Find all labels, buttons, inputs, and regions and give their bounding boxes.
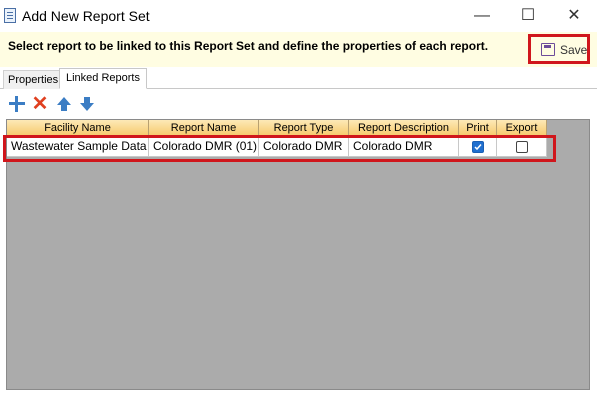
cell-facility-name[interactable]: Wastewater Sample Data: [7, 137, 149, 157]
column-header-report-name[interactable]: Report Name: [149, 120, 259, 137]
print-checkbox[interactable]: [472, 141, 484, 153]
tab-strip: Properties Linked Reports: [0, 68, 597, 89]
save-button[interactable]: Save: [528, 34, 590, 64]
minimize-button[interactable]: —: [459, 0, 505, 32]
maximize-button[interactable]: ☐: [505, 0, 551, 32]
cell-report-name[interactable]: Colorado DMR (01): [149, 137, 259, 157]
report-set-icon: [4, 8, 16, 23]
cell-export: [497, 137, 547, 157]
cell-report-description[interactable]: Colorado DMR: [349, 137, 459, 157]
add-icon[interactable]: [8, 95, 26, 113]
cell-report-type[interactable]: Colorado DMR: [259, 137, 349, 157]
cell-print: [459, 137, 497, 157]
title-bar: Add New Report Set — ☐ ✕: [0, 0, 597, 32]
column-header-export[interactable]: Export: [497, 120, 547, 137]
checkmark-icon: [474, 144, 482, 151]
instruction-text: Select report to be linked to this Repor…: [8, 39, 489, 53]
tab-properties[interactable]: Properties: [3, 70, 64, 89]
delete-x-icon[interactable]: ✕: [31, 94, 49, 114]
arrow-down-icon[interactable]: [78, 95, 96, 113]
window-title: Add New Report Set: [22, 8, 150, 24]
arrow-up-icon[interactable]: [55, 95, 73, 113]
tab-linked-reports[interactable]: Linked Reports: [59, 68, 147, 89]
instruction-banner: Select report to be linked to this Repor…: [0, 32, 597, 67]
column-header-print[interactable]: Print: [459, 120, 497, 137]
column-header-report-description[interactable]: Report Description: [349, 120, 459, 137]
close-button[interactable]: ✕: [551, 0, 597, 32]
grid-toolbar: ✕: [0, 92, 597, 118]
linked-reports-grid: Facility Name Report Name Report Type Re…: [6, 119, 590, 390]
save-label: Save: [560, 43, 588, 57]
column-header-facility-name[interactable]: Facility Name: [7, 120, 149, 137]
floppy-disk-icon: [541, 43, 555, 56]
export-checkbox[interactable]: [516, 141, 528, 153]
column-header-report-type[interactable]: Report Type: [259, 120, 349, 137]
